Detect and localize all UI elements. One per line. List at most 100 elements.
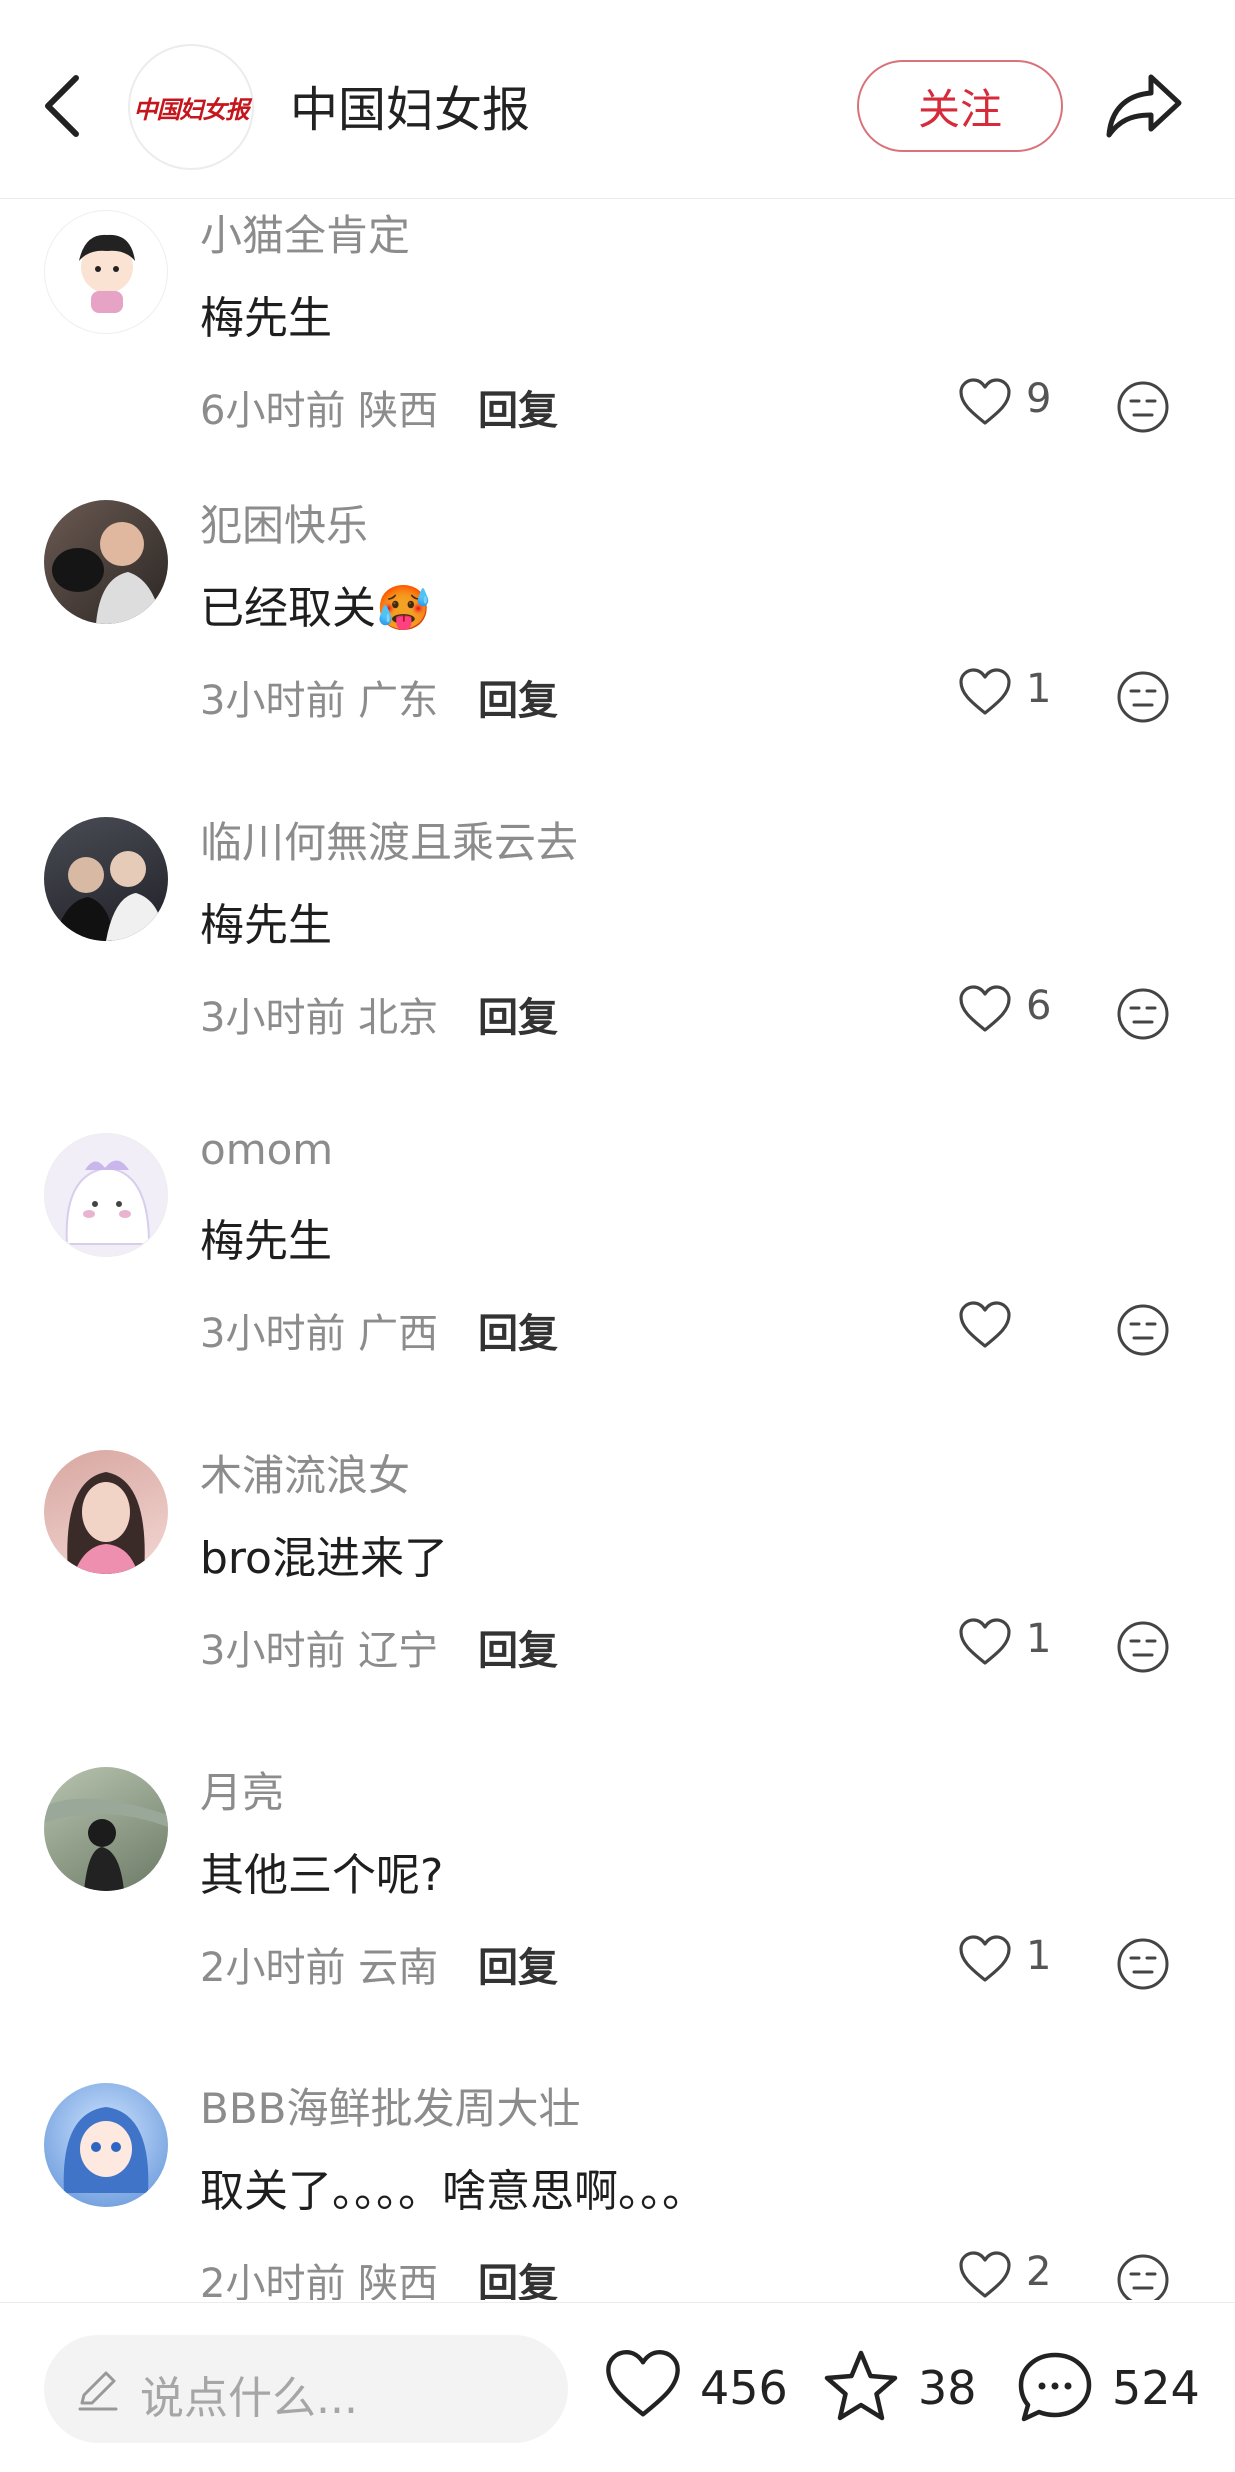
reply-button[interactable]: 回复 <box>478 985 558 1043</box>
comment-item: 月亮 其他三个呢? 2小时前 云南 回复 1 <box>0 1767 1235 2083</box>
like-button[interactable]: 1 <box>958 1933 1088 1989</box>
reply-button[interactable]: 回复 <box>478 668 558 726</box>
user-avatar[interactable] <box>44 817 168 941</box>
back-button[interactable] <box>30 62 94 150</box>
neutral-face-icon <box>1117 1938 1169 1990</box>
reply-button[interactable]: 回复 <box>478 1301 558 1359</box>
user-avatar[interactable] <box>44 210 168 334</box>
follow-button[interactable]: 关注 <box>857 60 1063 152</box>
like-button[interactable]: 9 <box>958 376 1088 432</box>
heart-icon <box>606 2350 680 2417</box>
like-count: 1 <box>1026 666 1052 712</box>
comment-input-placeholder: 说点什么... <box>140 2373 358 2424</box>
comment-text: 已经取关🥵 <box>200 572 431 636</box>
account-avatar[interactable]: 中国妇女报 <box>128 44 254 170</box>
comment-time: 2小时前 <box>200 2261 346 2300</box>
comment-item: omom 梅先生 3小时前 广西 回复 <box>0 1125 1235 1449</box>
chat-bubble-icon <box>1018 2352 1092 2422</box>
reply-button[interactable]: 回复 <box>478 1935 558 1993</box>
comment-time: 3小时前 <box>200 678 346 724</box>
like-count: 1 <box>1026 1616 1052 1662</box>
favorite-button[interactable]: 38 <box>822 2343 982 2433</box>
reaction-button[interactable] <box>1116 1937 1170 1991</box>
sweating-face-emoji: 🥵 <box>376 583 431 634</box>
heart-icon <box>959 378 1011 425</box>
reply-button[interactable]: 回复 <box>478 378 558 436</box>
comment-item: BBB海鲜批发周大壮 取关了。。。。啥意思啊。。。 2小时前 陕西 回复 2 <box>0 2083 1235 2300</box>
reaction-button[interactable] <box>1116 987 1170 1041</box>
heart-icon <box>959 668 1011 715</box>
comment-meta: 3小时前 辽宁 <box>200 1618 438 1676</box>
chevron-left-icon <box>45 75 79 137</box>
user-avatar[interactable] <box>44 1767 168 1891</box>
user-avatar[interactable] <box>44 1450 168 1574</box>
comment-username[interactable]: 木浦流浪女 <box>200 1442 410 1503</box>
share-button[interactable] <box>1102 64 1186 148</box>
comment-text: bro混进来了 <box>200 1533 448 1584</box>
cartoon-avatar-icon <box>79 234 135 313</box>
comments-button[interactable]: 524 <box>1016 2343 1216 2433</box>
like-button[interactable]: 1 <box>958 666 1088 722</box>
reaction-button[interactable] <box>1116 1620 1170 1674</box>
comment-text: 其他三个呢? <box>200 1850 444 1901</box>
post-like-button[interactable]: 456 <box>604 2343 804 2433</box>
cartoon-ghost-avatar-icon <box>65 1160 151 1245</box>
reaction-button[interactable] <box>1116 380 1170 434</box>
anime-avatar-icon <box>63 2107 149 2193</box>
comment-username[interactable]: 临川何無渡且乘云去 <box>200 809 578 870</box>
like-count: 1 <box>1026 1933 1052 1979</box>
top-nav-bar: 中国妇女报 中国妇女报 关注 <box>0 0 1235 199</box>
comment-username[interactable]: 小猫全肯定 <box>200 202 410 263</box>
bottom-action-bar: 说点什么... 456 38 524 <box>0 2302 1235 2472</box>
comment-text: 取关了。。。。啥意思啊。。。 <box>200 2166 706 2217</box>
like-count: 6 <box>1026 983 1052 1029</box>
like-button[interactable]: 2 <box>958 2249 1088 2300</box>
like-button[interactable]: 1 <box>958 1616 1088 1672</box>
comment-time: 3小时前 <box>200 995 346 1041</box>
share-arrow-icon <box>1106 74 1182 138</box>
comment-text: 梅先生 <box>200 293 332 344</box>
account-name[interactable]: 中国妇女报 <box>290 70 530 140</box>
comment-input[interactable]: 说点什么... <box>44 2335 568 2443</box>
comment-text-body: 已经取关 <box>200 583 376 634</box>
neutral-face-icon <box>1117 1621 1169 1673</box>
comment-location: 北京 <box>358 995 439 1041</box>
like-button[interactable] <box>958 1299 1088 1355</box>
user-avatar[interactable] <box>44 1133 168 1257</box>
heart-icon <box>959 985 1011 1032</box>
comment-username[interactable]: 犯困快乐 <box>200 492 368 553</box>
reply-button[interactable]: 回复 <box>478 1618 558 1676</box>
user-avatar[interactable] <box>44 2083 168 2207</box>
user-avatar[interactable] <box>44 500 168 624</box>
comment-username[interactable]: omom <box>200 1125 333 1174</box>
comment-location: 广西 <box>358 1311 439 1357</box>
neutral-face-icon <box>1117 988 1169 1040</box>
like-button[interactable]: 6 <box>958 983 1088 1039</box>
photo-avatar-icon <box>67 1472 145 1574</box>
reaction-button[interactable] <box>1116 670 1170 724</box>
heart-icon <box>959 1618 1011 1665</box>
neutral-face-icon <box>1117 1304 1169 1356</box>
comment-text: 梅先生 <box>200 1216 332 1267</box>
reply-button[interactable]: 回复 <box>478 2251 558 2300</box>
comment-count: 524 <box>1112 2361 1200 2415</box>
comment-username[interactable]: 月亮 <box>200 1759 284 1820</box>
comment-list[interactable]: 小猫全肯定 梅先生 6小时前 陕西 回复 9 犯困快乐 已经取关🥵 3小时前 广 <box>0 0 1235 2300</box>
photo-avatar-icon <box>54 851 164 941</box>
comment-meta: 3小时前 广东 <box>200 668 438 726</box>
comment-item: 犯困快乐 已经取关🥵 3小时前 广东 回复 1 <box>0 500 1235 816</box>
comment-username[interactable]: BBB海鲜批发周大壮 <box>200 2075 580 2136</box>
pencil-icon <box>78 2371 118 2411</box>
comment-location: 广东 <box>358 678 439 724</box>
comment-item: 小猫全肯定 梅先生 6小时前 陕西 回复 9 <box>0 210 1235 526</box>
comment-time: 2小时前 <box>200 1945 346 1991</box>
star-icon <box>824 2350 898 2421</box>
reaction-button[interactable] <box>1116 2253 1170 2300</box>
comment-meta: 3小时前 广西 <box>200 1301 438 1359</box>
comment-meta: 3小时前 北京 <box>200 985 438 1043</box>
post-like-count: 456 <box>700 2361 788 2415</box>
comment-item: 木浦流浪女 bro混进来了 3小时前 辽宁 回复 1 <box>0 1450 1235 1766</box>
reaction-button[interactable] <box>1116 1303 1170 1357</box>
comment-location: 云南 <box>358 1945 439 1991</box>
heart-icon <box>959 2251 1011 2298</box>
